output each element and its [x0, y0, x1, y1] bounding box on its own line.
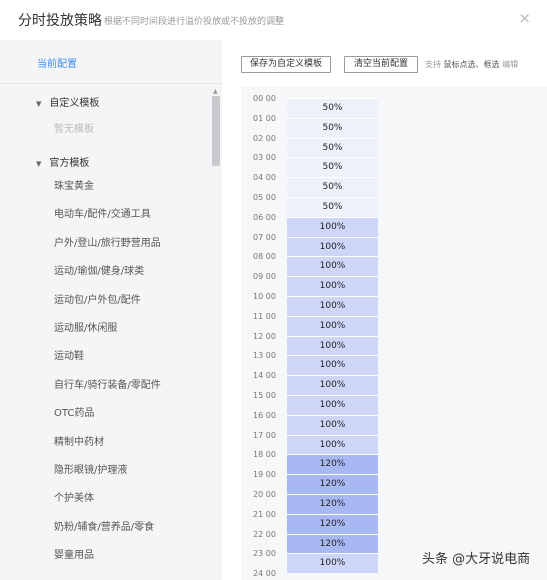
template-item[interactable]: 自行车/骑行装备/零配件: [54, 379, 161, 407]
clear-config-button[interactable]: 清空当前配置: [344, 56, 418, 73]
time-slot-cell[interactable]: 100%: [287, 276, 378, 296]
official-template-list: 珠宝黄金 电动车/配件/交通工具 户外/登山/旅行野营用品 运动/瑜伽/健身/球类 运动…: [54, 180, 161, 577]
time-schedule-grid: 00 00 01 00 02 00 03 00 04 00 05 00 06 00 07 00…: [241, 87, 547, 580]
time-slot-cell[interactable]: 50%: [287, 137, 378, 158]
template-item[interactable]: 婴童用品: [54, 549, 161, 577]
template-item[interactable]: 隐形眼镜/护理液: [54, 464, 161, 492]
official-template-label: 官方模板: [49, 158, 90, 169]
template-item[interactable]: 奶粉/辅食/营养品/零食: [54, 521, 161, 549]
hour-label: 20 00: [253, 490, 276, 499]
dialog-subtitle: 根据不同时间段进行溢价投放或不投放的调整: [104, 17, 285, 27]
time-slot-cell[interactable]: 120%: [287, 533, 378, 554]
hour-label: 13 00: [253, 351, 276, 361]
hint-prefix: 支持: [425, 60, 441, 69]
hour-label: 03 00: [253, 153, 276, 163]
hour-label: 15 00: [253, 391, 276, 400]
hour-label: 23 00: [253, 549, 276, 559]
hour-label: 07 00: [253, 232, 276, 242]
time-slot-cell[interactable]: 100%: [287, 553, 378, 574]
custom-template-group[interactable]: ▼ 自定义模板: [36, 94, 99, 109]
template-item[interactable]: 运动服/休闲服: [54, 322, 161, 350]
dialog-header: 分时投放策略 根据不同时间段进行溢价投放或不投放的调整 ×: [0, 0, 547, 40]
sidebar-scrollbar[interactable]: ▲: [210, 88, 222, 580]
template-item[interactable]: 个护美体: [54, 492, 161, 520]
hour-label: 14 00: [253, 371, 276, 381]
time-slot-cell[interactable]: 100%: [287, 434, 378, 455]
time-slot-cell[interactable]: 100%: [287, 395, 378, 415]
hour-label: 18 00: [253, 450, 276, 460]
hint-suffix: 编辑: [502, 60, 519, 69]
time-slot-cell[interactable]: 50%: [287, 177, 378, 197]
template-item[interactable]: 电动车/配件/交通工具: [54, 208, 161, 236]
time-slot-cell[interactable]: 100%: [287, 335, 378, 356]
watermark-text: 头条 @大牙说电商: [422, 552, 531, 567]
hour-label: 22 00: [253, 529, 276, 539]
custom-template-label: 自定义模板: [49, 98, 100, 109]
hour-label: 08 00: [253, 252, 276, 262]
hour-label: 00 00: [253, 94, 276, 103]
hour-label: 11 00: [253, 311, 276, 321]
dialog-title: 分时投放策略: [18, 13, 102, 29]
time-slot-cell[interactable]: 100%: [287, 256, 378, 277]
schedule-panel: 保存为自定义模板 清空当前配置 支持 鼠标点选、框选 编辑 00 00 01 00…: [222, 40, 547, 580]
time-slot-cell[interactable]: 100%: [287, 375, 378, 395]
no-template-text: 暂无模板: [54, 124, 94, 135]
time-slot-cell[interactable]: 100%: [287, 414, 378, 435]
time-slot-cell[interactable]: 50%: [287, 117, 378, 138]
template-item[interactable]: 精制中药材: [54, 436, 161, 464]
edit-hint: 支持 鼠标点选、框选 编辑: [425, 59, 518, 70]
hour-label: 02 00: [253, 133, 276, 143]
template-item[interactable]: 珠宝黄金: [54, 180, 161, 208]
hour-label: 10 00: [253, 292, 276, 301]
hour-label: 05 00: [253, 193, 276, 202]
caret-down-icon: ▼: [36, 160, 42, 168]
time-slot-cell[interactable]: 100%: [287, 315, 378, 336]
time-slot-cell[interactable]: 120%: [287, 454, 378, 475]
template-item[interactable]: 运动/瑜伽/健身/球类: [54, 265, 161, 293]
caret-down-icon: ▼: [36, 100, 42, 108]
template-sidebar: 当前配置 ▼ 自定义模板 暂无模板 ▼ 官方模板 珠宝黄金 电动车/配件/交通工具 户外…: [0, 40, 222, 580]
current-config-link[interactable]: 当前配置: [37, 55, 77, 70]
time-slot-cell[interactable]: 100%: [287, 236, 378, 257]
time-slot-cell[interactable]: 100%: [287, 355, 378, 376]
template-item[interactable]: 运动鞋: [54, 350, 161, 378]
sidebar-divider: [0, 83, 222, 84]
time-slot-cell[interactable]: 120%: [287, 474, 378, 494]
template-item[interactable]: OTC药品: [54, 407, 161, 435]
close-icon[interactable]: ×: [518, 9, 531, 27]
time-slot-cell[interactable]: 50%: [287, 157, 378, 178]
hint-highlight: 鼠标点选、框选: [443, 60, 500, 69]
hour-label: 04 00: [253, 173, 276, 183]
time-slot-cell[interactable]: 50%: [287, 98, 378, 118]
scrollbar-thumb[interactable]: [212, 96, 220, 166]
hour-label: 17 00: [253, 430, 276, 440]
hour-label: 24 00: [253, 569, 276, 579]
official-template-group[interactable]: ▼ 官方模板: [36, 154, 89, 169]
template-item[interactable]: 运动包/户外包/配件: [54, 294, 161, 322]
hour-label: 12 00: [253, 331, 276, 341]
time-slot-cell[interactable]: 120%: [287, 494, 378, 514]
scroll-up-icon[interactable]: ▲: [213, 88, 218, 95]
time-slot-cell[interactable]: 120%: [287, 513, 378, 534]
time-slot-cell[interactable]: 100%: [287, 296, 378, 316]
hour-label: 06 00: [253, 212, 276, 222]
hour-label: 16 00: [253, 410, 276, 420]
save-as-template-button[interactable]: 保存为自定义模板: [241, 56, 331, 73]
hour-label: 21 00: [253, 509, 276, 519]
hour-label: 09 00: [253, 272, 276, 282]
hour-label: 19 00: [253, 470, 276, 480]
time-slot-cell[interactable]: 100%: [287, 216, 378, 237]
time-slot-cell[interactable]: 50%: [287, 197, 378, 217]
hour-label: 01 00: [253, 113, 276, 123]
template-item[interactable]: 户外/登山/旅行野营用品: [54, 237, 161, 265]
